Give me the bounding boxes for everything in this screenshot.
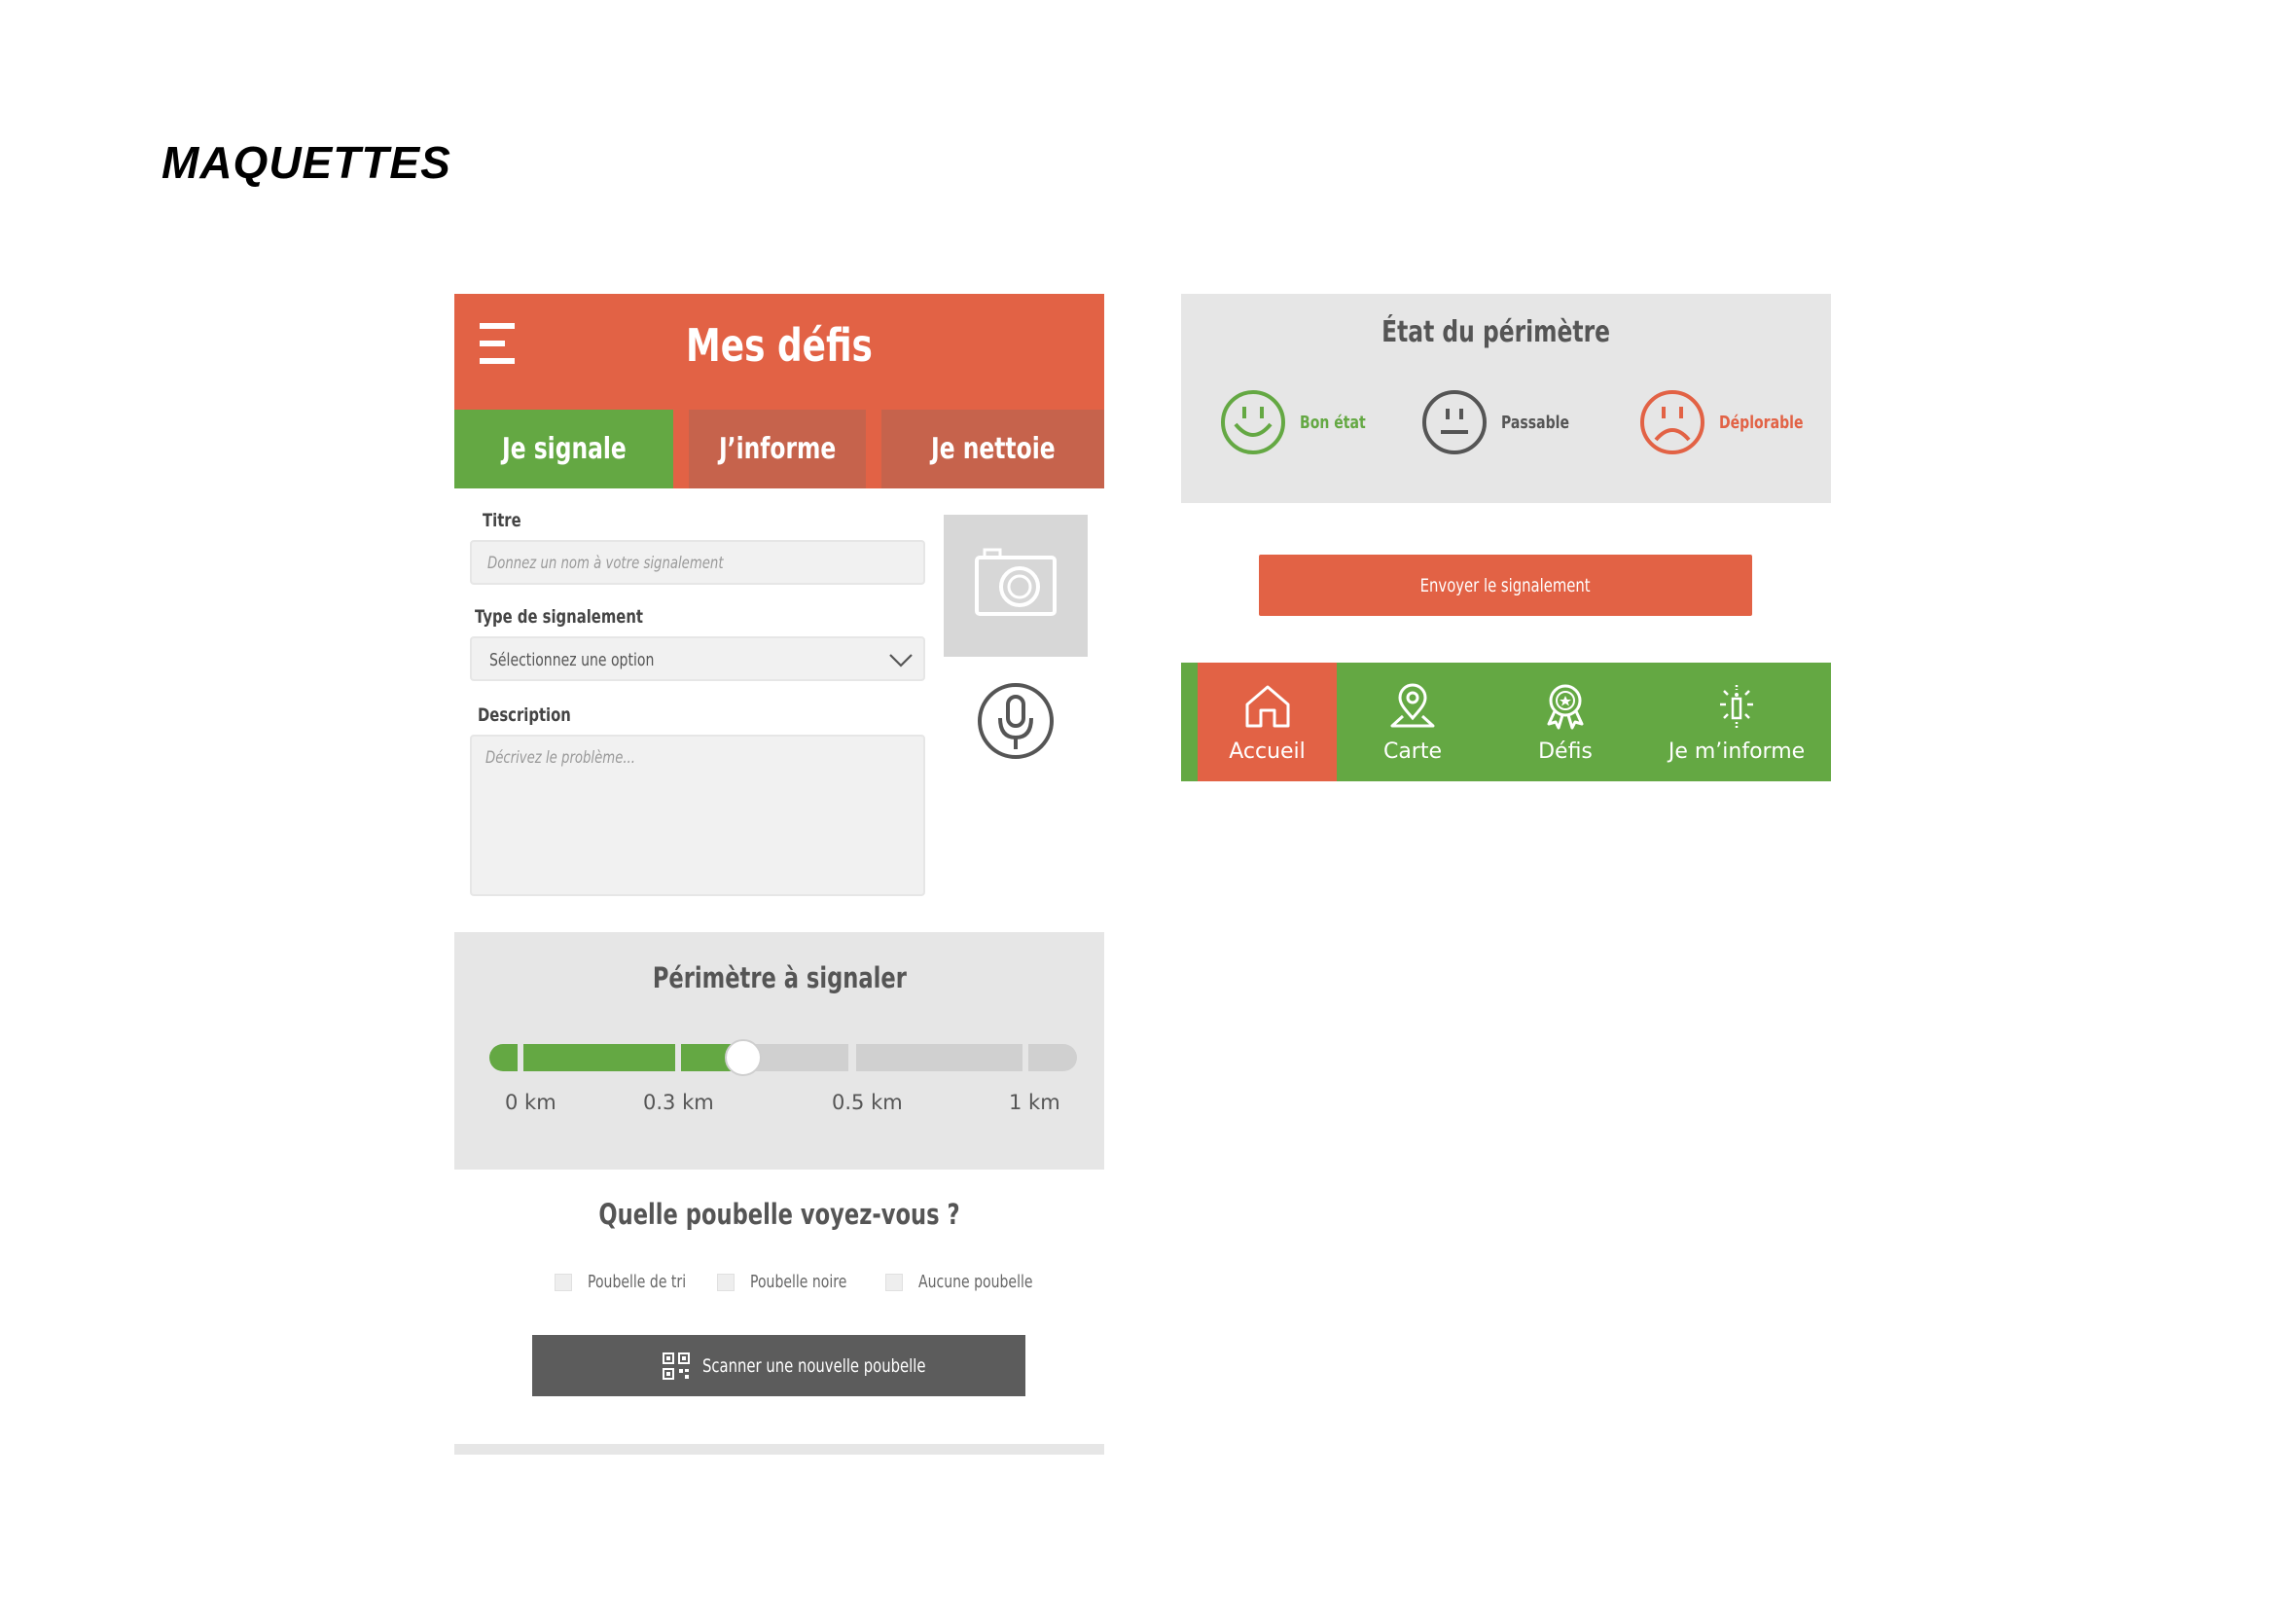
- scan-bin-button[interactable]: Scanner une nouvelle poubelle: [532, 1335, 1025, 1396]
- slider-segment-empty: [856, 1044, 1022, 1071]
- tab-je-signale[interactable]: Je signale: [454, 410, 673, 488]
- checkbox-poubelle-tri[interactable]: Poubelle de tri: [555, 1272, 714, 1292]
- description-placeholder: Décrivez le problème...: [485, 748, 636, 768]
- nav-item-label: Accueil: [1229, 739, 1306, 764]
- tab-je-nettoie[interactable]: Je nettoie: [881, 410, 1104, 488]
- state-option-passable[interactable]: Passable: [1421, 389, 1589, 455]
- state-option-label: Déplorable: [1719, 412, 1804, 433]
- tab-gap: [866, 410, 881, 488]
- type-select[interactable]: Sélectionnez une option: [470, 636, 925, 681]
- tab-label: J’informe: [718, 432, 837, 466]
- document-title: MAQUETTES: [161, 137, 451, 188]
- title-label: Titre: [483, 510, 521, 531]
- tick-label: 0.5 km: [832, 1091, 903, 1114]
- badge-icon: [1547, 684, 1584, 730]
- nav-item-je-minforme[interactable]: Je m’informe: [1658, 663, 1815, 781]
- checkbox-label: Poubelle de tri: [588, 1272, 687, 1292]
- checkbox-box[interactable]: [717, 1274, 735, 1291]
- type-label: Type de signalement: [475, 606, 643, 628]
- scan-button-label: Scanner une nouvelle poubelle: [701, 1354, 926, 1377]
- nav-item-label: Je m’informe: [1668, 739, 1806, 764]
- checkbox-aucune-poubelle[interactable]: Aucune poubelle: [885, 1272, 1065, 1292]
- header-title-wrap: Mes défis: [454, 319, 1104, 372]
- checkbox-box[interactable]: [885, 1274, 903, 1291]
- tick-label: 0 km: [505, 1091, 556, 1114]
- slider-segment-filled: [489, 1044, 518, 1071]
- lightbulb-icon: [1720, 685, 1753, 728]
- add-photo-button[interactable]: [944, 515, 1088, 657]
- camera-icon: [975, 548, 1057, 616]
- microphone-icon[interactable]: [976, 681, 1056, 761]
- send-report-button[interactable]: Envoyer le signalement: [1259, 555, 1752, 616]
- bins-question: Quelle poubelle voyez-vous ?: [598, 1198, 960, 1231]
- description-label: Description: [478, 704, 571, 726]
- home-icon: [1245, 685, 1289, 728]
- happy-face-icon: [1221, 390, 1285, 454]
- checkbox-box[interactable]: [555, 1274, 572, 1291]
- qr-code-icon: [662, 1352, 690, 1380]
- neutral-face-icon: [1422, 390, 1487, 454]
- perimeter-title: Périmètre à signaler: [652, 961, 907, 994]
- bottom-nav: Accueil Carte Défis Je m’informe: [1181, 663, 1831, 781]
- title-input[interactable]: Donnez un nom à votre signalement: [470, 540, 925, 585]
- title-placeholder: Donnez un nom à votre signalement: [487, 554, 724, 573]
- header-title: Mes défis: [686, 319, 873, 372]
- checkbox-label: Poubelle noire: [750, 1272, 847, 1292]
- nav-item-accueil[interactable]: Accueil: [1198, 663, 1337, 781]
- sad-face-icon: [1640, 390, 1704, 454]
- tick-label: 0.3 km: [643, 1091, 714, 1114]
- nav-item-defis[interactable]: Défis: [1502, 663, 1629, 781]
- nav-item-label: Défis: [1538, 739, 1593, 764]
- state-option-label: Bon état: [1300, 412, 1366, 433]
- state-option-label: Passable: [1501, 412, 1569, 433]
- perimeter-title-wrap: Périmètre à signaler: [454, 961, 1104, 994]
- tab-gap: [673, 410, 689, 488]
- tab-label: Je signale: [501, 432, 627, 466]
- bins-question-wrap: Quelle poubelle voyez-vous ?: [454, 1198, 1104, 1231]
- slider-handle[interactable]: [725, 1039, 762, 1076]
- map-pin-icon: [1390, 683, 1435, 728]
- bottom-divider: [454, 1444, 1104, 1455]
- state-title-wrap: État du périmètre: [1181, 315, 1812, 349]
- state-title: État du périmètre: [1381, 315, 1611, 349]
- tab-j-informe[interactable]: J’informe: [689, 410, 866, 488]
- slider-segment-filled: [523, 1044, 675, 1071]
- type-selected-value: Sélectionnez une option: [489, 650, 655, 670]
- tab-label: Je nettoie: [930, 432, 1056, 466]
- state-option-bon-etat[interactable]: Bon état: [1220, 389, 1384, 455]
- checkbox-label: Aucune poubelle: [918, 1272, 1033, 1292]
- checkbox-poubelle-noire[interactable]: Poubelle noire: [717, 1272, 874, 1292]
- chevron-down-icon: [889, 654, 913, 667]
- nav-item-label: Carte: [1382, 739, 1443, 764]
- slider-segment-empty: [1028, 1044, 1077, 1071]
- tick-label: 1 km: [1009, 1091, 1060, 1114]
- send-button-label: Envoyer le signalement: [1420, 574, 1591, 596]
- state-option-deplorable[interactable]: Déplorable: [1639, 389, 1827, 455]
- nav-item-carte[interactable]: Carte: [1349, 663, 1476, 781]
- description-textarea[interactable]: Décrivez le problème...: [470, 735, 925, 896]
